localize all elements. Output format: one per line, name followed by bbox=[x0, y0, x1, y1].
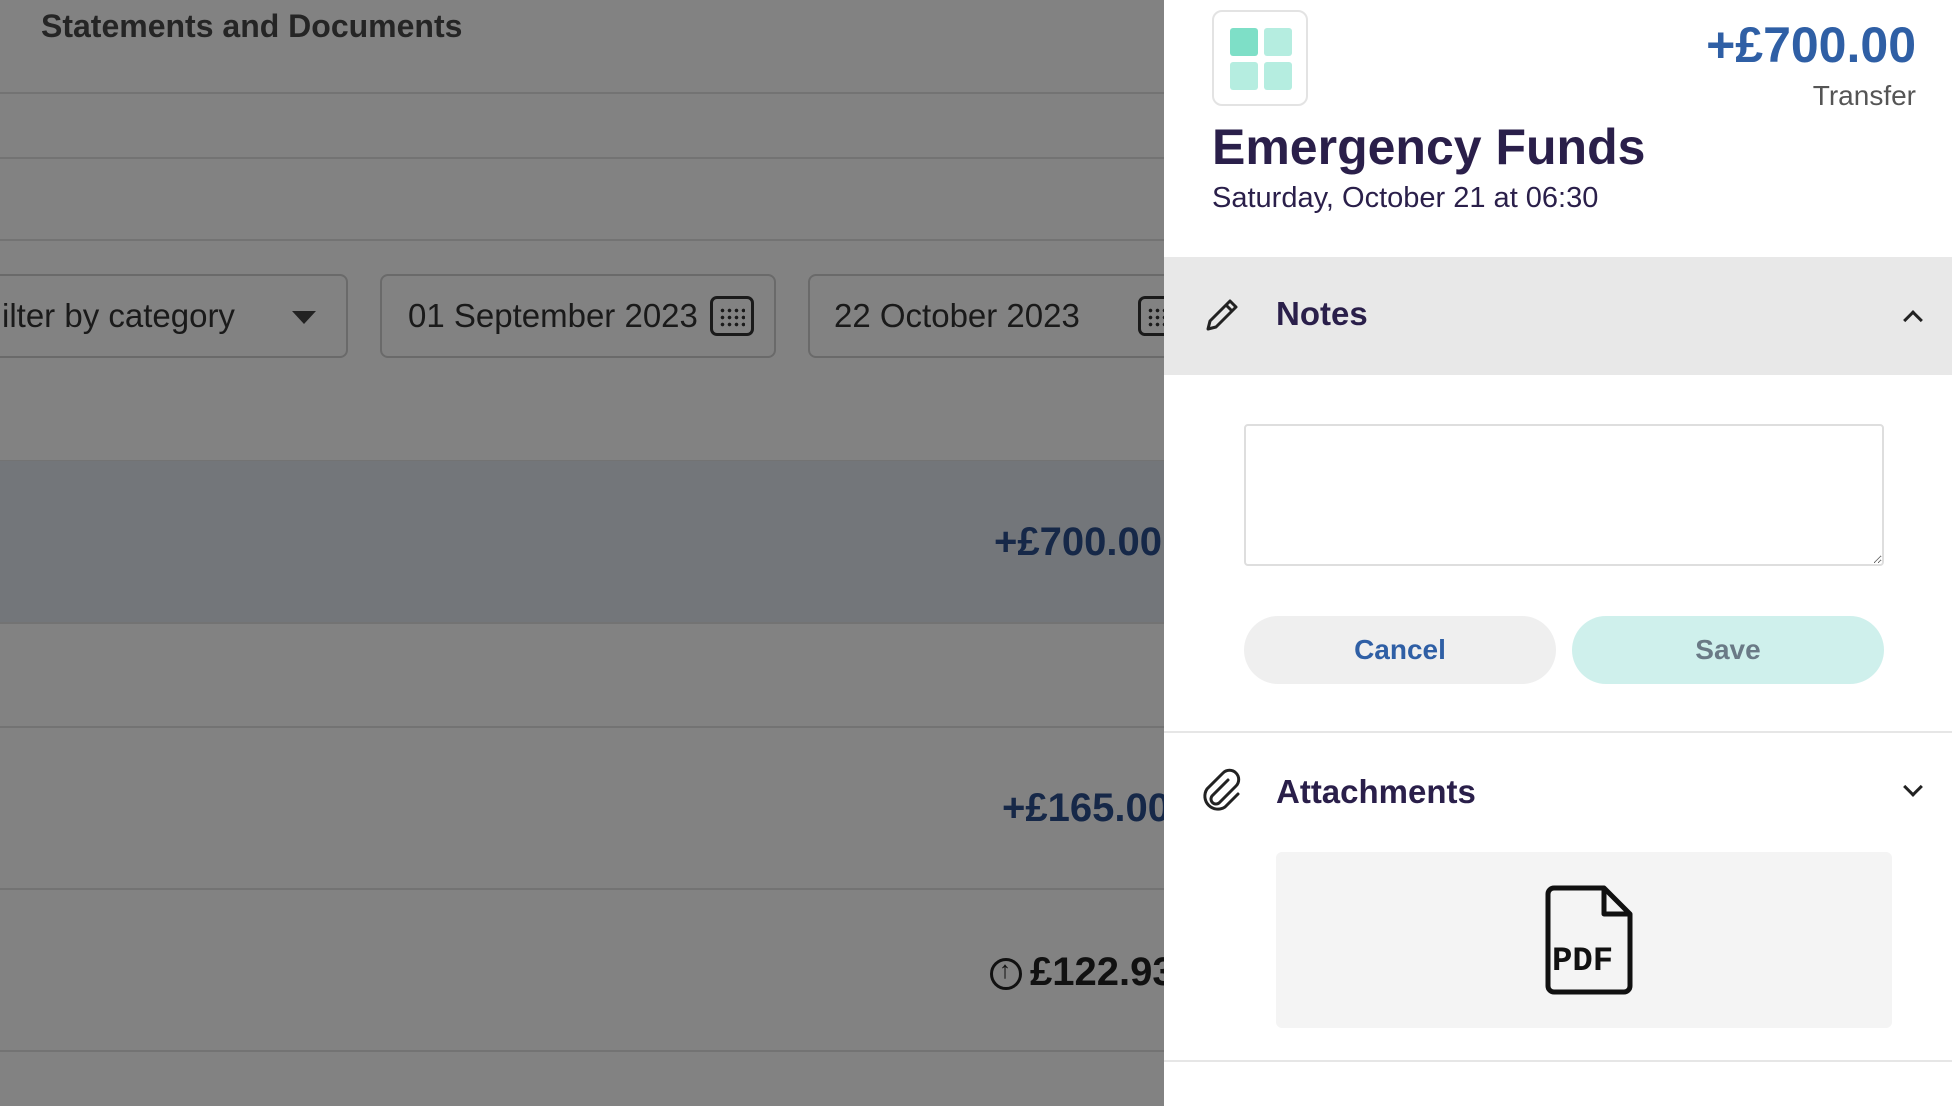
transaction-amount: +£700.00 bbox=[1706, 17, 1916, 73]
transaction-datetime: Saturday, October 21 at 06:30 bbox=[1212, 182, 1599, 214]
paperclip-icon bbox=[1203, 768, 1241, 811]
notes-title: Notes bbox=[1276, 295, 1368, 332]
pencil-icon bbox=[1206, 299, 1238, 331]
transaction-type: Transfer bbox=[1812, 80, 1916, 111]
pdf-file-icon[interactable]: PDF bbox=[1540, 884, 1636, 998]
transaction-detail-drawer: +£700.00 Transfer Emergency Funds Saturd… bbox=[1164, 0, 1952, 1106]
divider bbox=[1164, 731, 1952, 733]
chevron-up-icon[interactable] bbox=[1903, 310, 1923, 330]
notes-section-header[interactable]: Notes bbox=[1164, 257, 1952, 375]
merchant-logo bbox=[1212, 10, 1308, 106]
logo-tile bbox=[1230, 28, 1258, 56]
notes-textarea[interactable] bbox=[1244, 424, 1884, 566]
modal-backdrop[interactable] bbox=[0, 0, 1164, 1106]
logo-tile bbox=[1230, 62, 1258, 90]
cancel-button[interactable]: Cancel bbox=[1244, 616, 1556, 684]
logo-tile bbox=[1264, 62, 1292, 90]
divider bbox=[1164, 1060, 1952, 1062]
svg-text:PDF: PDF bbox=[1552, 943, 1613, 981]
attachments-title: Attachments bbox=[1276, 773, 1476, 810]
save-button[interactable]: Save bbox=[1572, 616, 1884, 684]
transaction-name: Emergency Funds bbox=[1212, 119, 1646, 175]
logo-tile bbox=[1264, 28, 1292, 56]
chevron-down-icon[interactable] bbox=[1903, 777, 1923, 797]
